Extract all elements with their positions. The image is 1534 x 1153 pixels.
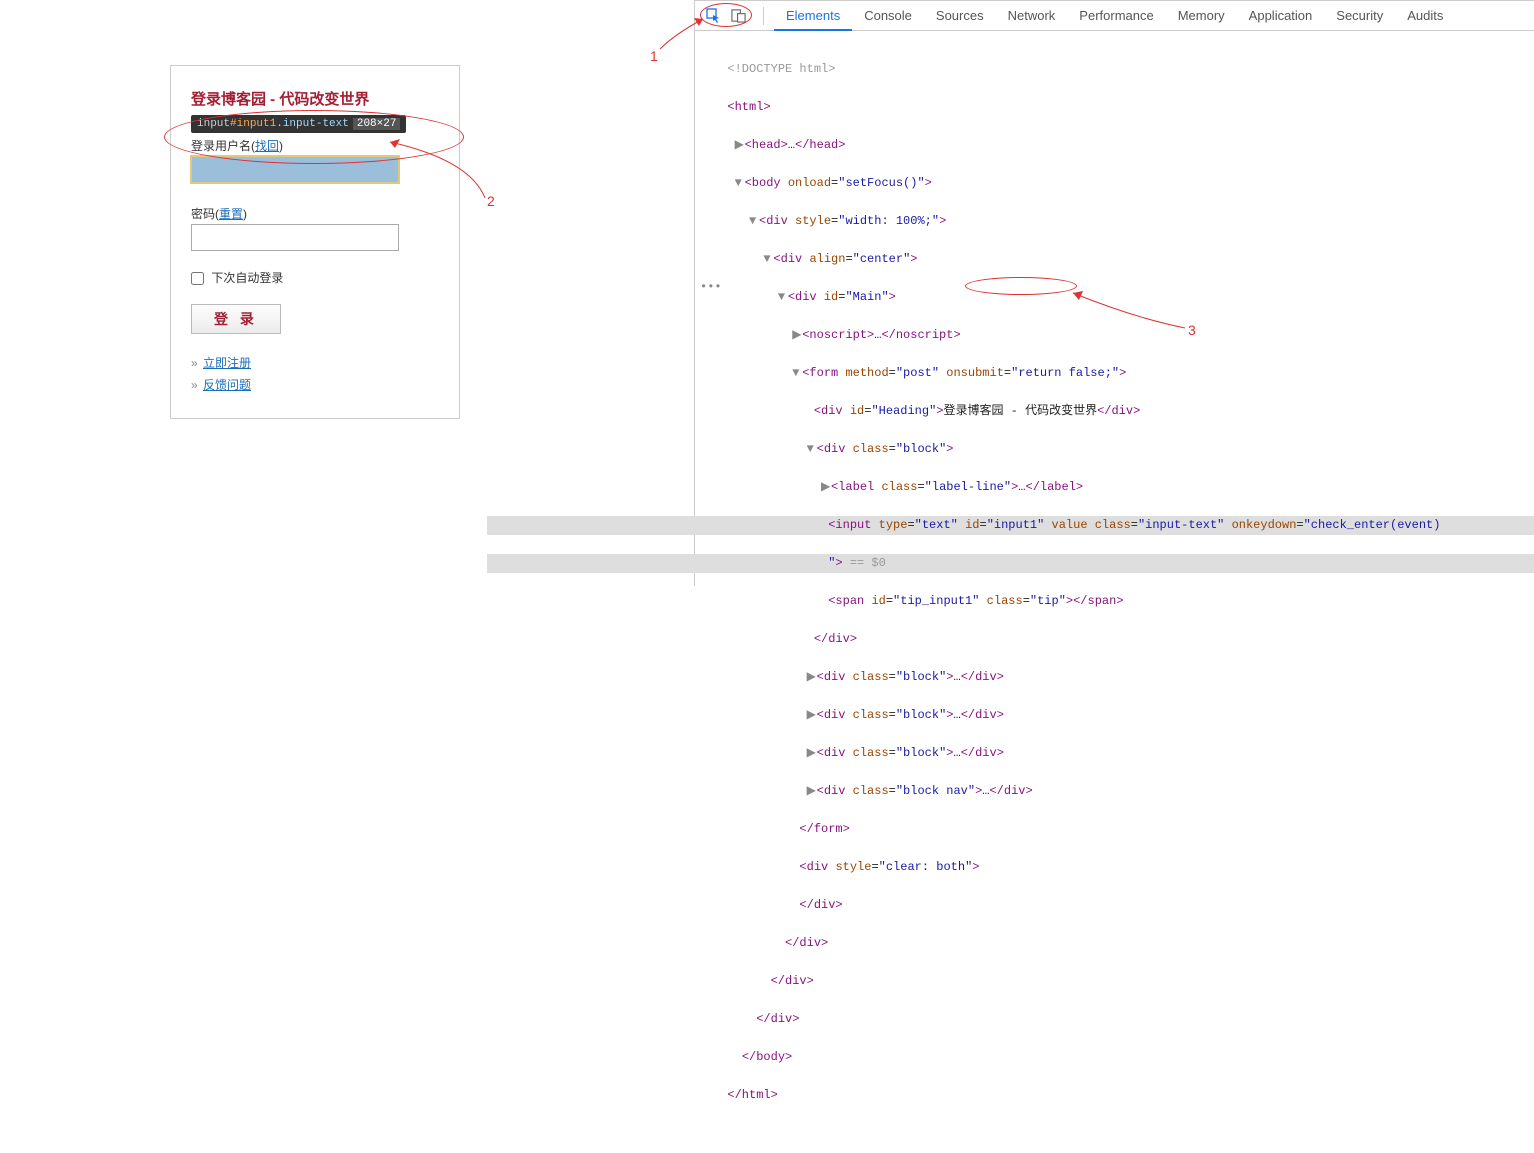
dom-line[interactable]: ▶<div class="block">…</div> [713,744,1534,763]
remember-checkbox[interactable] [191,272,204,285]
login-button[interactable]: 登 录 [191,304,281,334]
dom-line[interactable]: ▼<div class="block"> [713,440,1534,459]
remember-row: 下次自动登录 [191,269,439,286]
feedback-link[interactable]: 反馈问题 [203,378,251,392]
register-link[interactable]: 立即注册 [203,356,251,370]
login-panel: 登录博客园 - 代码改变世界 input#input1.input-text 20… [170,65,460,419]
tooltip-size: 208×27 [353,118,401,130]
tooltip-class: .input-text [276,118,349,130]
tab-network[interactable]: Network [996,1,1068,31]
username-label-line: 登录用户名(找回) [191,137,439,154]
inspect-element-icon[interactable] [705,7,723,25]
dom-line[interactable]: </div> [713,934,1534,953]
username-label: 登录用户名( [191,139,255,153]
device-toolbar-icon[interactable] [729,7,747,25]
dom-line[interactable]: <html> [713,98,1534,117]
devtools-panel: Elements Console Sources Network Perform… [694,0,1534,586]
dom-line[interactable]: <div id="Heading">登录博客园 - 代码改变世界</div> [713,402,1534,421]
dom-line[interactable]: ▶<noscript>…</noscript> [713,326,1534,345]
devtools-tabs: Elements Console Sources Network Perform… [774,1,1455,31]
dom-line-selected-cont[interactable]: "> == $0 [487,554,1534,573]
caret-icon: » [191,356,201,370]
login-heading: 登录博客园 - 代码改变世界 [191,88,439,109]
login-links: » 立即注册 » 反馈问题 [191,352,439,396]
dom-line[interactable]: </div> [713,896,1534,915]
dom-line[interactable]: ▼<div id="Main"> [713,288,1534,307]
toolbar-divider [763,7,764,25]
dom-line[interactable]: ▼<div style="width: 100%;"> [713,212,1534,231]
username-input[interactable] [191,156,399,183]
tab-elements[interactable]: Elements [774,1,852,31]
dom-line[interactable]: </div> [713,630,1534,649]
reset-password-link[interactable]: 重置 [219,207,243,221]
dom-line[interactable]: </div> [713,1010,1534,1029]
devtools-toolbar: Elements Console Sources Network Perform… [695,1,1534,31]
annotation-label-2: 2 [487,193,495,209]
tab-application[interactable]: Application [1237,1,1325,31]
dom-line[interactable]: <span id="tip_input1" class="tip"></span… [713,592,1534,611]
dom-tree[interactable]: <!DOCTYPE html> <html> ▶<head>…</head> ▼… [695,31,1534,1153]
dom-line[interactable]: <!DOCTYPE html> [713,60,1534,79]
dom-line[interactable]: </html> [713,1086,1534,1105]
tab-sources[interactable]: Sources [924,1,996,31]
dom-line[interactable]: ▶<div class="block">…</div> [713,668,1534,687]
tab-console[interactable]: Console [852,1,924,31]
dom-line[interactable]: </form> [713,820,1534,839]
dom-line[interactable]: ▶<head>…</head> [713,136,1534,155]
inspector-tooltip: input#input1.input-text 208×27 [191,115,406,133]
dom-line[interactable]: ▶<label class="label-line">…</label> [713,478,1534,497]
close-paren2: ) [243,207,247,221]
close-paren: ) [279,139,283,153]
find-username-link[interactable]: 找回 [255,139,279,153]
dom-line[interactable]: ▶<div class="block">…</div> [713,706,1534,725]
remember-label: 下次自动登录 [211,271,283,285]
tab-performance[interactable]: Performance [1067,1,1165,31]
password-input[interactable] [191,224,399,251]
tab-memory[interactable]: Memory [1166,1,1237,31]
caret-icon2: » [191,378,201,392]
dom-line[interactable]: </body> [713,1048,1534,1067]
password-label-line: 密码(重置) [191,205,439,222]
tab-security[interactable]: Security [1324,1,1395,31]
tooltip-id: #input1 [230,118,276,130]
password-label: 密码( [191,207,219,221]
dom-line[interactable]: ▼<form method="post" onsubmit="return fa… [713,364,1534,383]
dom-line[interactable]: </div> [713,972,1534,991]
dom-line[interactable]: <div style="clear: both"> [713,858,1534,877]
dom-line[interactable]: ▶<div class="block nav">…</div> [713,782,1534,801]
dom-line[interactable]: ▼<body onload="setFocus()"> [713,174,1534,193]
dom-line-selected[interactable]: <input type="text" id="input1" value cla… [487,516,1534,535]
dom-line[interactable]: ▼<div align="center"> [713,250,1534,269]
tab-audits[interactable]: Audits [1395,1,1455,31]
annotation-label-1: 1 [650,48,658,64]
selected-line-marker: ••• [700,280,722,294]
tooltip-tag: input [197,118,230,130]
